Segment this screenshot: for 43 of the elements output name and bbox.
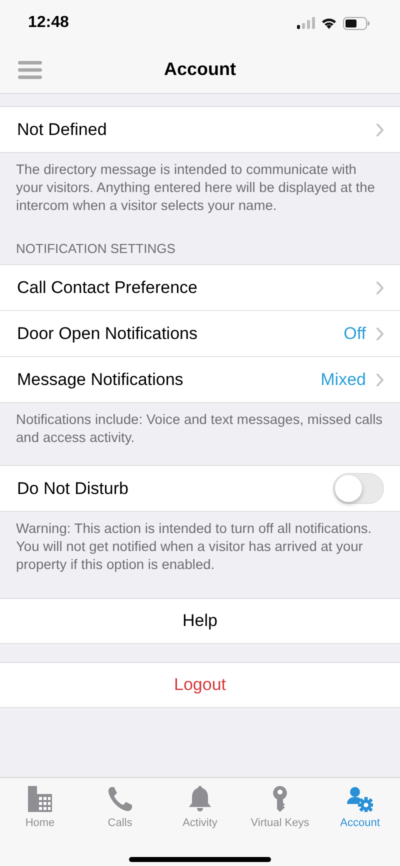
- bell-icon: [187, 786, 213, 812]
- chevron-icon: [376, 326, 384, 340]
- tab[interactable]: Activity: [160, 778, 240, 832]
- screen-title: Account: [164, 59, 236, 80]
- user-gear-icon: [347, 786, 373, 812]
- row-value: Off: [344, 324, 366, 344]
- row-label: Do Not Disturb: [17, 478, 128, 498]
- settings-row[interactable]: Door Open Notifications Off: [0, 310, 400, 356]
- tab-label: Home: [25, 817, 55, 829]
- tab[interactable]: Virtual Keys: [240, 778, 320, 832]
- action-button[interactable]: Help: [0, 598, 400, 644]
- row-label: Call Contact Preference: [17, 278, 198, 298]
- menu-button[interactable]: [18, 60, 42, 78]
- action-button[interactable]: Logout: [0, 662, 400, 708]
- section-footer: Warning: This action is intended to turn off all notifications. You will not get notified when a visitor has arrived at your property if this option is enabled.: [0, 512, 400, 580]
- signal-icon: [297, 17, 315, 29]
- wifi-icon: [321, 17, 337, 29]
- section-footer: The directory message is intended to communicate with your visitors. Anything entered here will be displayed at the intercom when a visitor selects your name.: [0, 153, 400, 221]
- settings-row[interactable]: Not Defined: [0, 107, 400, 152]
- tab-label: Activity: [182, 817, 218, 829]
- chevron-icon: [376, 122, 384, 136]
- battery-icon: [343, 16, 370, 30]
- status-time: 12:48: [28, 14, 69, 32]
- row-value: Mixed: [320, 370, 366, 390]
- tab-label: Virtual Keys: [250, 817, 310, 829]
- row-label: Message Notifications: [17, 370, 184, 390]
- section-footer: Notifications include: Voice and text messages, missed calls and access activity.: [0, 403, 400, 453]
- settings-row[interactable]: Call Contact Preference: [0, 265, 400, 310]
- tab[interactable]: Calls: [80, 778, 160, 832]
- section-header: NOTIFICATION SETTINGS: [15, 240, 176, 258]
- building-icon: [27, 786, 53, 812]
- tab[interactable]: Account: [320, 778, 400, 832]
- toggle-switch[interactable]: [333, 473, 384, 504]
- chevron-icon: [376, 372, 384, 386]
- chevron-icon: [376, 280, 384, 294]
- menu-icon: [18, 60, 42, 78]
- phone-icon: [107, 786, 133, 812]
- settings-row[interactable]: Message Notifications Mixed: [0, 356, 400, 402]
- row-label: Door Open Notifications: [17, 324, 198, 344]
- tab-label: Account: [340, 817, 380, 829]
- tab[interactable]: Home: [0, 778, 80, 832]
- tab-label: Calls: [108, 817, 132, 829]
- row-label: Not Defined: [17, 120, 107, 140]
